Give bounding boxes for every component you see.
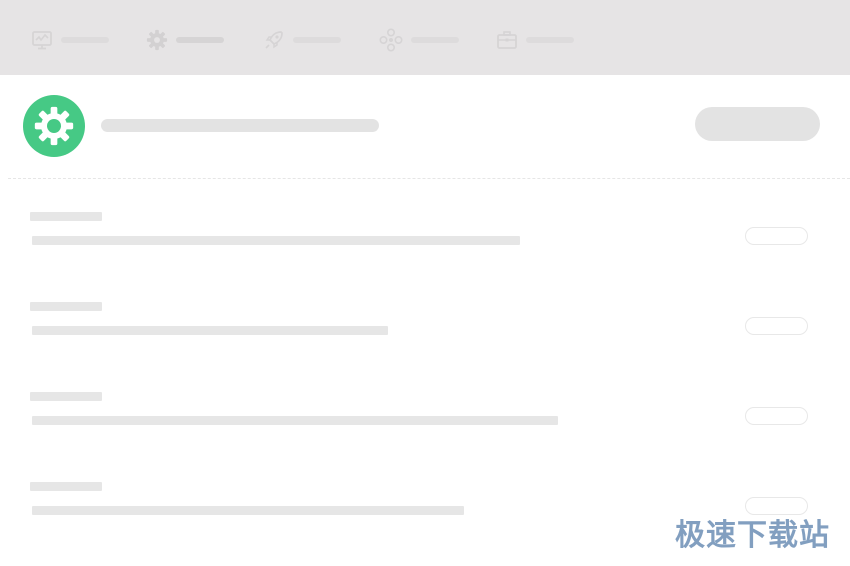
setting-row bbox=[0, 302, 850, 362]
header-action-button[interactable] bbox=[695, 107, 820, 141]
settings-header bbox=[0, 75, 850, 179]
gear-icon bbox=[34, 106, 74, 146]
setting-description bbox=[32, 506, 464, 515]
setting-toggle[interactable] bbox=[745, 407, 808, 425]
tab-label bbox=[61, 37, 109, 43]
setting-row bbox=[0, 392, 850, 452]
top-tab-bar bbox=[0, 0, 850, 75]
tab-toolbox[interactable] bbox=[496, 27, 574, 53]
dashed-divider bbox=[8, 178, 850, 179]
watermark: 极速下载站 bbox=[675, 518, 830, 553]
setting-title bbox=[30, 212, 102, 221]
tab-label bbox=[411, 37, 459, 43]
setting-title bbox=[30, 482, 102, 491]
setting-toggle[interactable] bbox=[745, 317, 808, 335]
toolbox-icon bbox=[497, 31, 517, 49]
tab-boost[interactable] bbox=[263, 27, 341, 53]
rocket-icon bbox=[265, 31, 283, 49]
tab-settings[interactable] bbox=[146, 27, 224, 53]
setting-description bbox=[32, 326, 388, 335]
monitor-icon bbox=[32, 31, 52, 50]
tab-label bbox=[526, 37, 574, 43]
setting-title bbox=[30, 302, 102, 311]
tab-monitor[interactable] bbox=[31, 27, 109, 53]
page-title bbox=[101, 119, 379, 132]
nodes-icon bbox=[379, 28, 403, 52]
tab-label bbox=[293, 37, 341, 43]
setting-title bbox=[30, 392, 102, 401]
gear-icon bbox=[146, 29, 168, 51]
setting-description bbox=[32, 236, 520, 245]
setting-toggle[interactable] bbox=[745, 227, 808, 245]
tab-label bbox=[176, 37, 224, 43]
setting-row bbox=[0, 212, 850, 272]
tab-connections[interactable] bbox=[379, 27, 459, 53]
settings-app-icon bbox=[23, 95, 85, 157]
setting-description bbox=[32, 416, 558, 425]
